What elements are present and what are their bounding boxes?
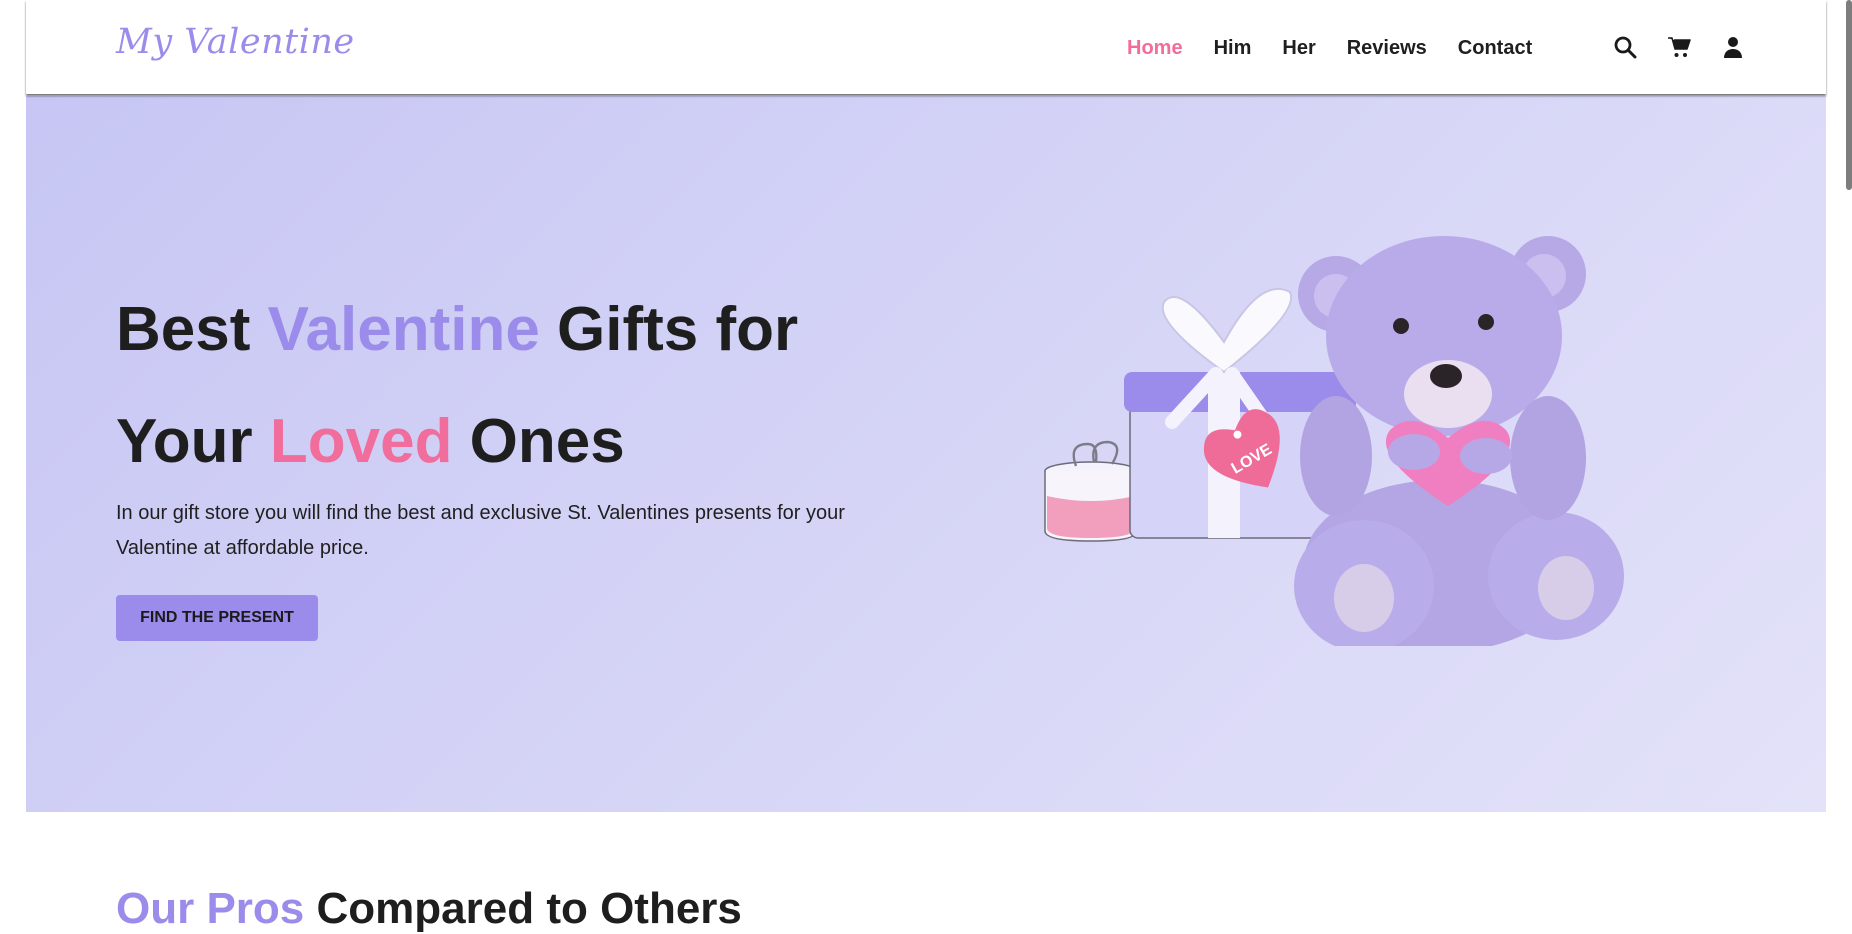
hero-title-text: Ones (452, 407, 625, 476)
hero-title-highlight-valentine: Valentine (267, 295, 540, 364)
nav-him[interactable]: Him (1214, 36, 1252, 60)
main-nav: Home Him Her Reviews Contact (1127, 36, 1563, 60)
hero-title-highlight-loved: Loved (269, 407, 453, 476)
find-present-button[interactable]: FIND THE PRESENT (116, 595, 318, 641)
hero-title-text: Your (116, 407, 270, 476)
site-logo[interactable]: My Valentine (116, 22, 355, 62)
pros-section-title: Our Pros Compared to Others (116, 884, 742, 934)
hero-title-text: Best (116, 295, 268, 364)
small-gift-jar (1044, 440, 1138, 542)
teddy-bear-gift-illustration: LOVE (1044, 236, 1624, 646)
nav-her[interactable]: Her (1282, 36, 1315, 60)
page-scrollbar[interactable] (1846, 0, 1852, 190)
search-icon[interactable] (1612, 34, 1638, 60)
nav-home[interactable]: Home (1127, 36, 1183, 60)
site-header: My Valentine Home Him Her Reviews Contac… (26, 0, 1826, 94)
nav-reviews[interactable]: Reviews (1347, 36, 1427, 60)
hero-banner: Best Valentine Gifts for Your Loved Ones… (26, 96, 1826, 812)
pros-title-highlight: Our Pros (116, 884, 305, 933)
hero-title-text: Gifts for (539, 295, 799, 364)
pros-title-rest: Compared to Others (304, 884, 742, 933)
header-tools (1612, 34, 1746, 60)
page: My Valentine Home Him Her Reviews Contac… (26, 0, 1826, 934)
hero-description: In our gift store you will find the best… (116, 502, 845, 559)
teddy-bear (1294, 236, 1624, 646)
hero-title: Best Valentine Gifts for Your Loved Ones (116, 274, 936, 498)
cart-icon[interactable] (1666, 34, 1692, 60)
user-icon[interactable] (1720, 34, 1746, 60)
nav-contact[interactable]: Contact (1458, 36, 1532, 60)
